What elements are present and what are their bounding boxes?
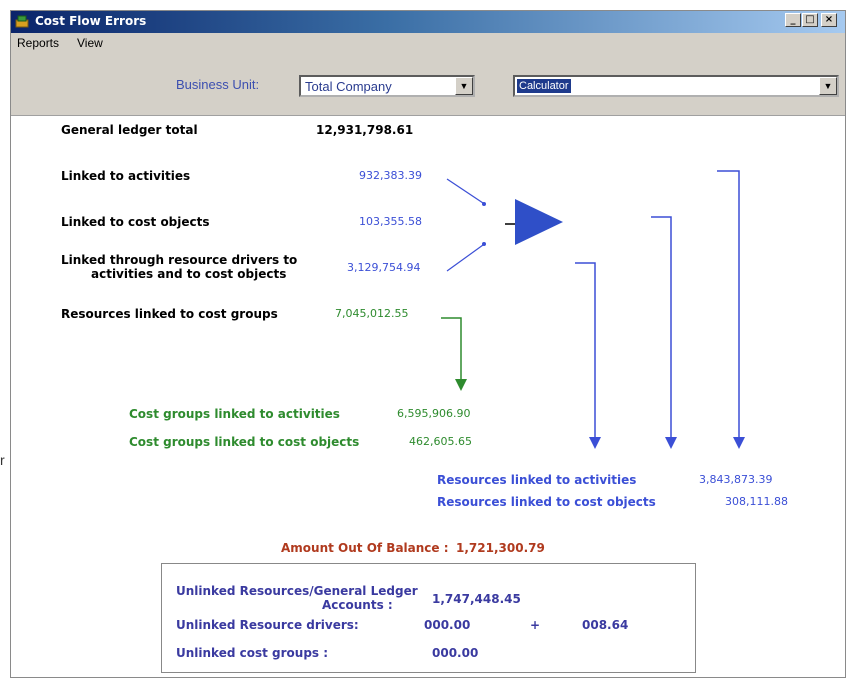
down-arrow-green xyxy=(441,317,467,391)
down-arrow-blue-2 xyxy=(651,216,677,449)
down-arrow-blue-3 xyxy=(717,170,745,449)
flow-triangle-icon xyxy=(515,199,563,245)
stray-character: r xyxy=(0,452,5,468)
flow-diagram xyxy=(441,170,745,449)
cost-flow-errors-window: Cost Flow Errors _ □ × Reports View Busi… xyxy=(10,10,846,678)
link-arrow-activities xyxy=(446,178,486,206)
link-arrow-drivers xyxy=(446,242,486,272)
down-arrow-blue-1 xyxy=(575,262,601,449)
